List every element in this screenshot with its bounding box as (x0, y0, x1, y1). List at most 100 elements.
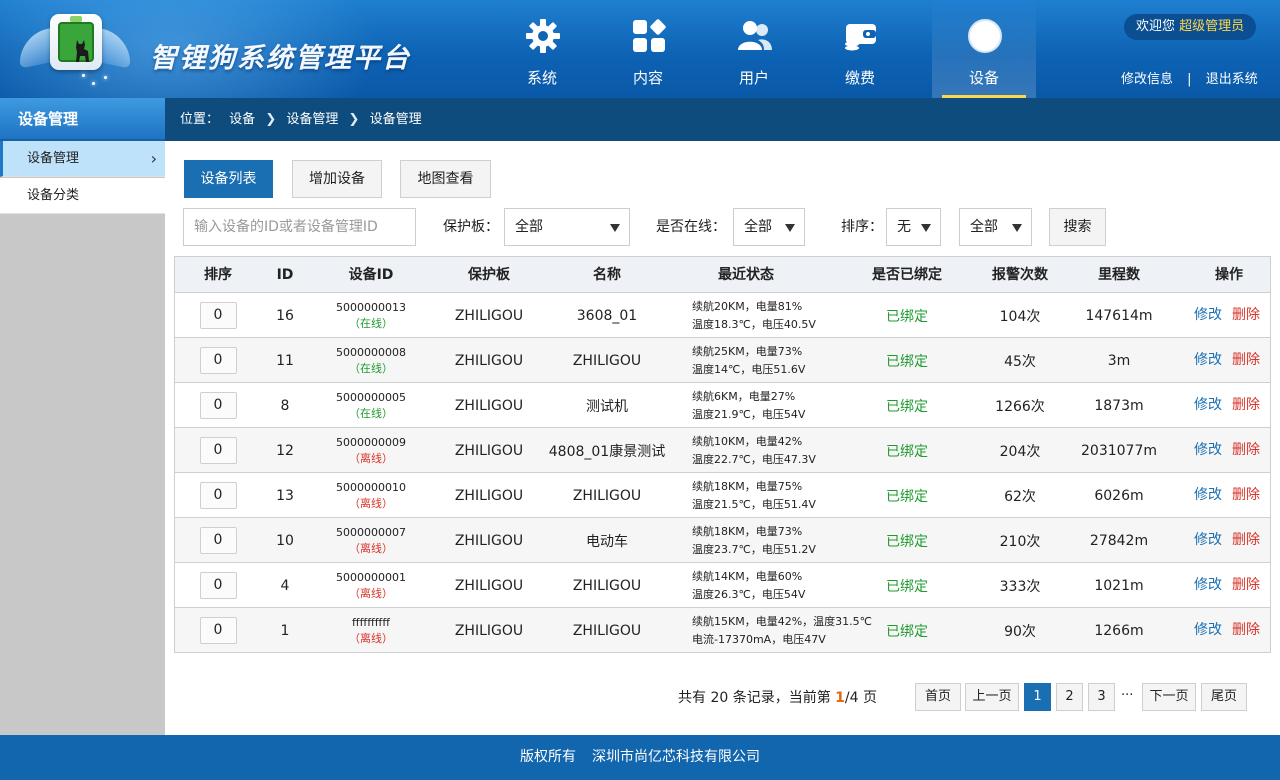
breadcrumb-item[interactable]: 设备 (229, 112, 255, 127)
sort-order-input[interactable]: 0 (199, 527, 237, 554)
select-value: 全部 (744, 219, 772, 235)
page-button[interactable]: 3 (1088, 683, 1115, 711)
delete-link[interactable]: 删除 (1232, 338, 1260, 383)
alarm-count-cell: 1266次 (995, 398, 1045, 415)
delete-link[interactable]: 删除 (1232, 473, 1260, 518)
table-header: 排序 ID 设备ID 保护板 名称 最近状态 是否已绑定 报警次数 里程数 操作 (174, 256, 1271, 293)
sort-order-input[interactable]: 0 (199, 302, 237, 329)
bound-cell: 已绑定 (886, 443, 928, 460)
board-cell: ZHILIGOU (454, 442, 524, 459)
sidebar: 设备管理 设备管理 › 设备分类 (0, 98, 165, 735)
edit-link[interactable]: 修改 (1194, 338, 1222, 383)
sort-order-input[interactable]: 0 (199, 617, 237, 644)
name-cell: ZHILIGOU (572, 622, 642, 639)
status-line: 续航25KM，电量73% (692, 344, 803, 358)
sort-select[interactable]: 无 (886, 208, 941, 246)
sidebar-item-label: 设备分类 (27, 188, 80, 203)
delete-link[interactable]: 删除 (1232, 563, 1260, 608)
sort-order-input[interactable]: 0 (199, 437, 237, 464)
status-line: 温度18.3℃，电压40.5V (692, 317, 816, 331)
edit-link[interactable]: 修改 (1194, 383, 1222, 428)
nav-item-users[interactable]: 用户 (702, 0, 806, 98)
delete-link[interactable]: 删除 (1232, 293, 1260, 338)
sidebar-item-device-category[interactable]: 设备分类 (0, 178, 165, 214)
column-header: 设备ID (348, 267, 394, 283)
sort-order-input[interactable]: 0 (199, 572, 237, 599)
last-page-button[interactable]: 尾页 (1201, 683, 1247, 711)
recent-status-cell: 续航10KM，电量42% 温度22.7℃，电压47.3V (692, 428, 816, 473)
mileage-cell: 1873m (1094, 397, 1144, 414)
alarm-count-cell: 333次 (999, 578, 1041, 595)
device-id-cell: 5000000001 （离线） (309, 563, 433, 608)
edit-link[interactable]: 修改 (1194, 293, 1222, 338)
page-button[interactable]: 2 (1056, 683, 1083, 711)
delete-link[interactable]: 删除 (1232, 518, 1260, 563)
device-id-stack: 5000000013 （在线） (336, 300, 406, 332)
online-status: （离线） (349, 541, 393, 555)
edit-link[interactable]: 修改 (1194, 428, 1222, 473)
sort-cell: 0 (175, 563, 261, 608)
device-id: 5000000008 (336, 345, 406, 359)
edit-link[interactable]: 修改 (1194, 518, 1222, 563)
online-status: （在线） (349, 406, 393, 420)
page-button[interactable]: 1 (1024, 683, 1051, 711)
delete-link[interactable]: 删除 (1232, 383, 1260, 428)
prev-page-button[interactable]: 上一页 (965, 683, 1019, 711)
board-cell: ZHILIGOU (454, 577, 524, 594)
delete-link[interactable]: 删除 (1232, 608, 1260, 653)
name-cell: ZHILIGOU (572, 487, 642, 504)
map-view-button[interactable]: 地图查看 (400, 160, 491, 198)
nav-item-payment[interactable]: 缴费 (808, 0, 912, 98)
nav-item-system[interactable]: 系统 (490, 0, 594, 98)
status-line: 续航20KM，电量81% (692, 299, 803, 313)
device-list-button[interactable]: 设备列表 (184, 160, 273, 198)
sparkle-dot (82, 74, 85, 77)
id-cell: 8 (280, 397, 290, 414)
breadcrumb-item[interactable]: 设备管理 (370, 112, 422, 127)
logout-link[interactable]: 退出系统 (1206, 72, 1258, 87)
first-page-button[interactable]: 首页 (915, 683, 961, 711)
online-select[interactable]: 全部 (733, 208, 805, 246)
delete-link[interactable]: 删除 (1232, 428, 1260, 473)
device-id-stack: 5000000007 （离线） (336, 525, 406, 557)
device-id: 5000000007 (336, 525, 406, 539)
next-page-button[interactable]: 下一页 (1142, 683, 1196, 711)
user-role[interactable]: 超级管理员 (1179, 19, 1244, 34)
edit-link[interactable]: 修改 (1194, 563, 1222, 608)
board-select[interactable]: 全部 (504, 208, 630, 246)
breadcrumb-item[interactable]: 设备管理 (286, 112, 338, 127)
footer: 版权所有 深圳市尚亿芯科技有限公司 (0, 735, 1280, 780)
nav-item-device[interactable]: 设备 (932, 0, 1036, 98)
extra-select[interactable]: 全部 (959, 208, 1032, 246)
pagination-info: 共有 20 条记录，当前第 1/4 页 (678, 683, 877, 713)
search-button[interactable]: 搜索 (1049, 208, 1106, 246)
bound-cell: 已绑定 (886, 398, 928, 415)
nav-item-content[interactable]: 内容 (596, 0, 700, 98)
column-header: ID (276, 267, 294, 283)
app-title: 智锂狗系统管理平台 (150, 43, 411, 74)
sidebar-item-device-management[interactable]: 设备管理 › (0, 141, 165, 177)
recent-status-cell: 续航18KM，电量75% 温度21.5℃，电压51.4V (692, 473, 816, 518)
name-cell: ZHILIGOU (572, 577, 642, 594)
sort-order-input[interactable]: 0 (199, 392, 237, 419)
edit-link[interactable]: 修改 (1194, 473, 1222, 518)
edit-info-link[interactable]: 修改信息 (1121, 72, 1173, 87)
app-header: 智锂狗系统管理平台 系统 内容 用户 缴费 设备 欢迎您 超级管理员 修改信息 … (0, 0, 1280, 98)
column-header: 是否已绑定 (872, 267, 942, 283)
sort-order-input[interactable]: 0 (199, 482, 237, 509)
sidebar-item-label: 设备管理 (27, 151, 80, 166)
add-device-button[interactable]: 增加设备 (292, 160, 382, 198)
sort-order-input[interactable]: 0 (199, 347, 237, 374)
bound-cell: 已绑定 (886, 623, 928, 640)
mileage-cell: 1021m (1094, 577, 1144, 594)
sort-cell: 0 (175, 383, 261, 428)
status-line: 温度14℃，电压51.6V (692, 362, 806, 376)
logo[interactable] (20, 4, 130, 94)
search-input[interactable] (183, 208, 416, 246)
gear-icon (526, 19, 560, 53)
table-row: 0 11 5000000008 （在线） ZHILIGOU ZHILIGOU 续航25KM，… (174, 338, 1271, 383)
edit-link[interactable]: 修改 (1194, 608, 1222, 653)
bound-cell: 已绑定 (886, 533, 928, 550)
status-line: 温度22.7℃，电压47.3V (692, 452, 816, 466)
name-cell: 电动车 (586, 533, 628, 550)
